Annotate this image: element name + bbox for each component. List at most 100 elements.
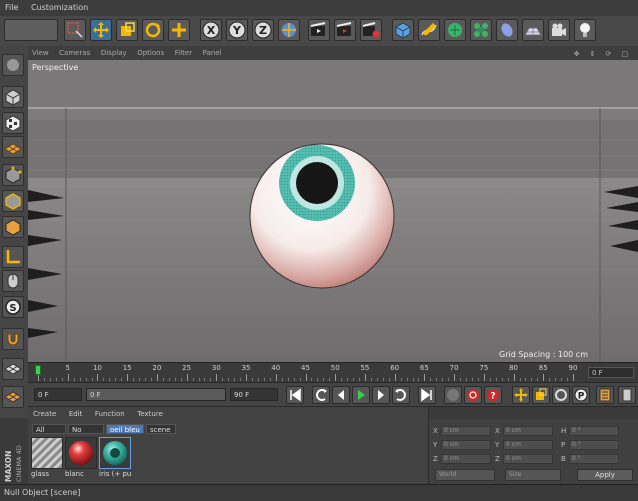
- magnet-icon[interactable]: [2, 328, 24, 350]
- texture-mode-icon[interactable]: [2, 112, 24, 134]
- menu-customization[interactable]: Customization: [26, 0, 93, 16]
- render-picture-viewer-icon[interactable]: [334, 19, 356, 41]
- perspective-viewport[interactable]: Perspective Grid Spacing : 100 cm: [28, 60, 638, 362]
- next-frame-icon[interactable]: [372, 386, 390, 404]
- go-to-end-icon[interactable]: [418, 386, 436, 404]
- tweak-mouse-icon[interactable]: [2, 270, 24, 292]
- model-mode-icon[interactable]: [2, 86, 24, 108]
- key-position-icon[interactable]: [512, 386, 530, 404]
- live-selection-icon[interactable]: [64, 19, 86, 41]
- preview-range-slider[interactable]: 0 F: [86, 388, 226, 401]
- render-settings-icon[interactable]: [360, 19, 382, 41]
- workplane-icon[interactable]: [2, 136, 24, 158]
- pen-spline-icon[interactable]: [418, 19, 440, 41]
- material-iris[interactable]: iris (+ pu: [99, 437, 131, 481]
- next-keyframe-icon[interactable]: [392, 386, 410, 404]
- coord-value-field[interactable]: 0 cm: [503, 440, 553, 450]
- subdivision-icon[interactable]: [444, 19, 466, 41]
- play-icon[interactable]: [352, 386, 370, 404]
- key-pla-icon[interactable]: [596, 386, 614, 404]
- material-glass[interactable]: glass: [31, 437, 63, 481]
- timeline-minor-tick: [341, 378, 343, 381]
- coord-value-field[interactable]: 0 cm: [441, 440, 491, 450]
- prev-keyframe-icon[interactable]: [312, 386, 330, 404]
- polygons-mode-icon[interactable]: [2, 216, 24, 238]
- prev-frame-icon[interactable]: [332, 386, 350, 404]
- autokey-icon[interactable]: ?: [484, 386, 502, 404]
- move-tool-icon[interactable]: [90, 19, 112, 41]
- timeline-minor-tick: [269, 378, 271, 381]
- timeline-options-icon[interactable]: [618, 386, 636, 404]
- menu-file[interactable]: File: [0, 0, 23, 16]
- undo-redo-area[interactable]: [4, 19, 58, 41]
- planar-workplane-icon[interactable]: [2, 386, 24, 408]
- array-icon[interactable]: [470, 19, 492, 41]
- viewport-menu-options[interactable]: Options: [133, 46, 168, 60]
- material-menu-create[interactable]: Create: [28, 408, 61, 420]
- viewport-menu-view[interactable]: View: [28, 46, 53, 60]
- coord-value-field[interactable]: 0 °: [569, 426, 619, 436]
- snap-icon[interactable]: S: [2, 296, 24, 318]
- render-view-icon[interactable]: [308, 19, 330, 41]
- coord-value-field[interactable]: 0 °: [569, 440, 619, 450]
- cube-primitive-icon[interactable]: [392, 19, 414, 41]
- rotate-tool-icon[interactable]: [142, 19, 164, 41]
- end-frame-field[interactable]: 90 F: [230, 388, 278, 401]
- timeline-ruler[interactable]: 051015202530354045505560657075808590 0 F: [28, 362, 638, 383]
- timeline-minor-tick: [145, 378, 146, 381]
- toggle-view-icon[interactable]: □: [617, 47, 634, 61]
- key-parameter-icon[interactable]: P: [572, 386, 590, 404]
- make-editable-icon[interactable]: [2, 54, 24, 76]
- edges-mode-icon[interactable]: [2, 190, 24, 212]
- timeline-tick-mark: [216, 374, 218, 381]
- z-axis-lock-icon[interactable]: Z: [252, 19, 274, 41]
- points-mode-icon[interactable]: [2, 164, 24, 186]
- viewport-menu-panel[interactable]: Panel: [199, 46, 226, 60]
- current-frame-field[interactable]: 0 F: [588, 367, 634, 378]
- coordinate-size-dropdown[interactable]: Size: [505, 469, 561, 481]
- viewport-menu-filter[interactable]: Filter: [171, 46, 196, 60]
- coord-value-field[interactable]: 0 cm: [441, 426, 491, 436]
- coord-value-field[interactable]: 0 °: [569, 454, 619, 464]
- apply-button[interactable]: Apply: [577, 469, 633, 481]
- scale-tool-icon[interactable]: [116, 19, 138, 41]
- record-keys-icon[interactable]: [444, 386, 462, 404]
- viewport-menu-display[interactable]: Display: [97, 46, 131, 60]
- layer-tab-oeil-bleu[interactable]: oeil bleu: [106, 424, 144, 434]
- timeline-tick-mark: [186, 374, 188, 381]
- coord-value-field[interactable]: 0 cm: [503, 426, 553, 436]
- layer-tab-no-layer[interactable]: No Layer: [68, 424, 104, 444]
- coord-value-field[interactable]: 0 cm: [503, 454, 553, 464]
- deformer-icon[interactable]: [496, 19, 518, 41]
- coord-value-field[interactable]: 0 cm: [441, 454, 491, 464]
- material-menu-function[interactable]: Function: [90, 408, 130, 420]
- floor-environment-icon[interactable]: [522, 19, 544, 41]
- coordinates-manager: X0 cm X 0 cm H 0 ° Y 0 cm Y 0 cm P 0 ° Z 0 cm Z 0 cm B 0…: [428, 406, 638, 485]
- start-frame-field[interactable]: 0 F: [34, 388, 82, 401]
- plus-tool-icon[interactable]: [168, 19, 190, 41]
- viewport-menu-cameras[interactable]: Cameras: [55, 46, 94, 60]
- record-active-icon[interactable]: [464, 386, 482, 404]
- timeline-playhead[interactable]: [35, 365, 41, 375]
- locked-workplane-icon[interactable]: [2, 358, 24, 380]
- material-menu-texture[interactable]: Texture: [132, 408, 168, 420]
- y-axis-lock-icon[interactable]: Y: [226, 19, 248, 41]
- layer-tab-scene[interactable]: scene: [146, 424, 176, 434]
- key-rotation-icon[interactable]: [552, 386, 570, 404]
- key-scale-icon[interactable]: [532, 386, 550, 404]
- pan-icon[interactable]: ✥: [570, 47, 586, 61]
- axis-mode-icon[interactable]: [2, 246, 24, 268]
- zoom-icon[interactable]: ⇕: [586, 47, 602, 61]
- material-blanc[interactable]: blanc: [65, 437, 97, 481]
- layer-tab-all[interactable]: All: [32, 424, 66, 434]
- orbit-icon[interactable]: ⟳: [602, 47, 618, 61]
- material-preview: [99, 437, 131, 469]
- coordinate-system-icon[interactable]: [278, 19, 300, 41]
- camera-icon[interactable]: [548, 19, 570, 41]
- timeline-minor-tick: [49, 378, 51, 381]
- coordinate-mode-dropdown[interactable]: World: [435, 469, 495, 481]
- light-icon[interactable]: [574, 19, 596, 41]
- go-to-start-icon[interactable]: [286, 386, 304, 404]
- x-axis-lock-icon[interactable]: X: [200, 19, 222, 41]
- material-menu-edit[interactable]: Edit: [64, 408, 88, 420]
